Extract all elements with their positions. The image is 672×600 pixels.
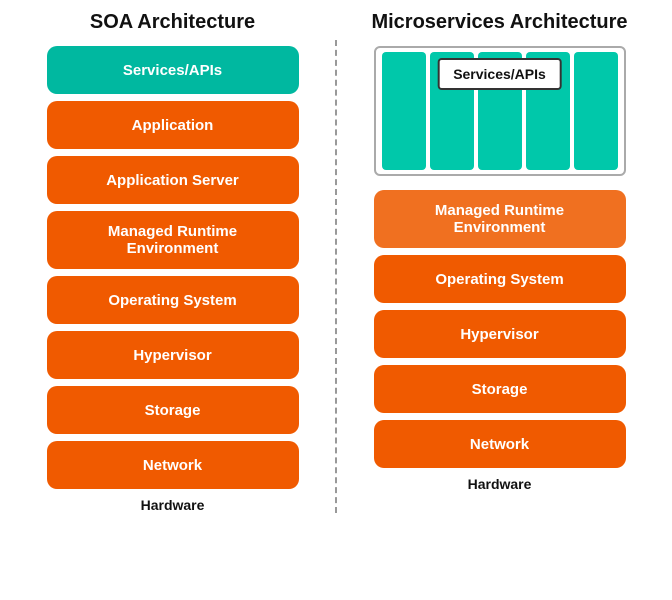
micro-layer-managed-runtime: Managed Runtime Environment bbox=[374, 190, 626, 248]
micro-layer-hypervisor: Hypervisor bbox=[374, 310, 626, 358]
micro-col-1 bbox=[382, 52, 426, 170]
micro-services-label: Services/APIs bbox=[437, 58, 562, 90]
soa-layer-storage: Storage bbox=[47, 386, 299, 434]
micro-layer-network: Network bbox=[374, 420, 626, 468]
soa-layer-app-server: Application Server bbox=[47, 156, 299, 204]
soa-layer-application: Application bbox=[47, 101, 299, 149]
micro-layer-storage: Storage bbox=[374, 365, 626, 413]
soa-layer-services-apis: Services/APIs bbox=[47, 46, 299, 94]
soa-column: SOA Architecture Services/APIs Applicati… bbox=[20, 10, 325, 513]
micro-stack: Services/APIs Managed Runtime Environmen… bbox=[347, 46, 652, 468]
micro-services-container: Services/APIs bbox=[374, 46, 626, 176]
micro-hardware-label: Hardware bbox=[468, 476, 532, 492]
soa-layer-network: Network bbox=[47, 441, 299, 489]
micro-column: Microservices Architecture Services/APIs… bbox=[347, 10, 652, 513]
soa-title: SOA Architecture bbox=[90, 10, 255, 34]
soa-hardware-label: Hardware bbox=[141, 497, 205, 513]
page: SOA Architecture Services/APIs Applicati… bbox=[20, 10, 652, 513]
soa-layer-operating-system: Operating System bbox=[47, 276, 299, 324]
soa-stack: Services/APIs Application Application Se… bbox=[20, 46, 325, 489]
micro-col-5 bbox=[574, 52, 618, 170]
micro-title: Microservices Architecture bbox=[371, 10, 627, 34]
column-divider bbox=[335, 40, 337, 513]
soa-layer-managed-runtime: Managed Runtime Environment bbox=[47, 211, 299, 269]
micro-layer-operating-system: Operating System bbox=[374, 255, 626, 303]
soa-layer-hypervisor: Hypervisor bbox=[47, 331, 299, 379]
